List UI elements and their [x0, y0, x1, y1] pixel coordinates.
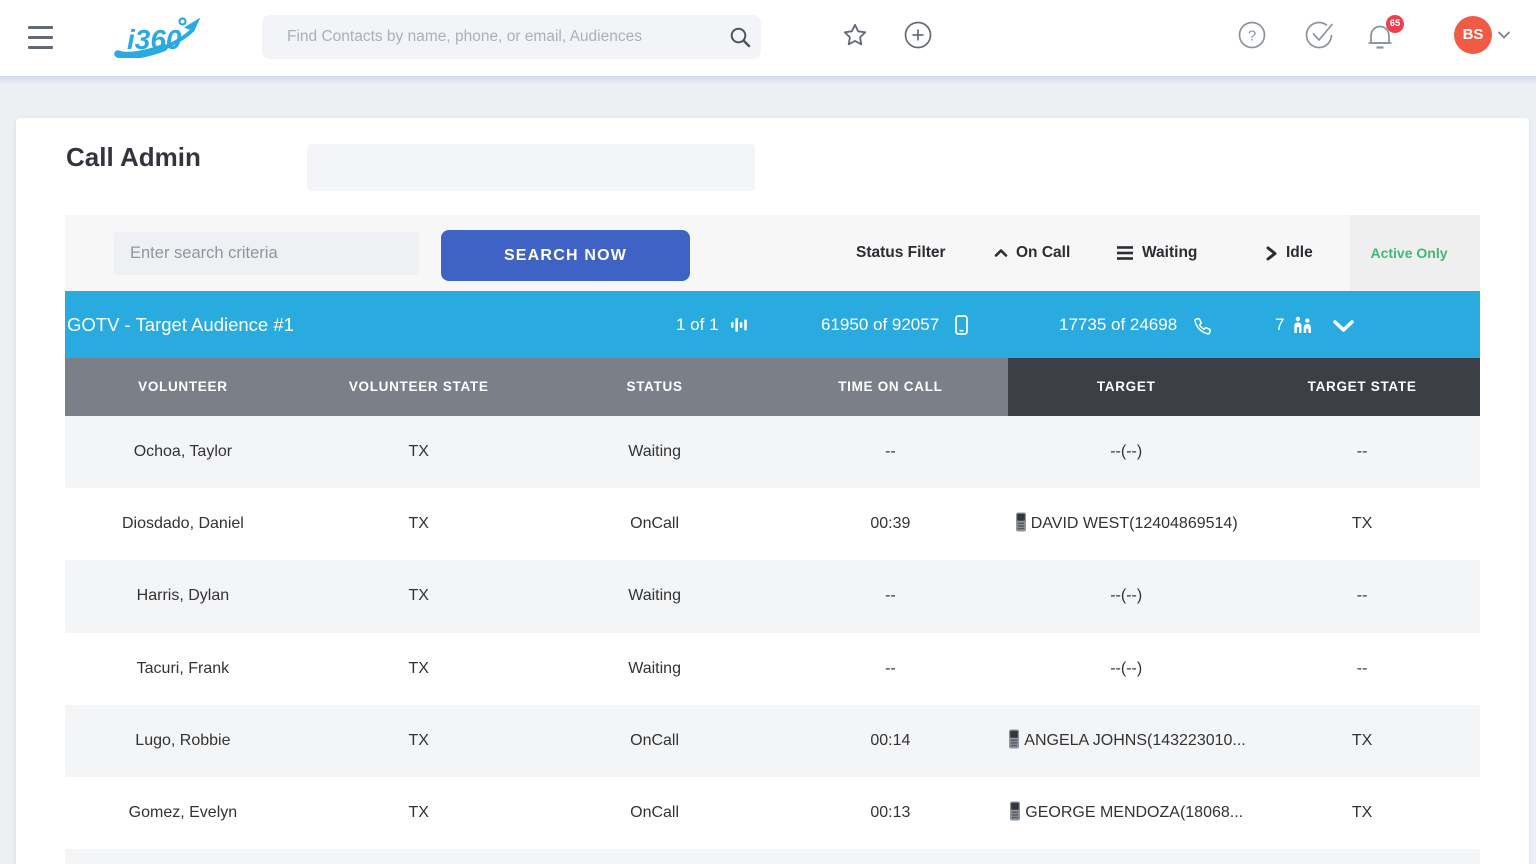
svg-text:?: ?	[1248, 28, 1256, 45]
svg-text:i360: i360	[127, 24, 182, 55]
